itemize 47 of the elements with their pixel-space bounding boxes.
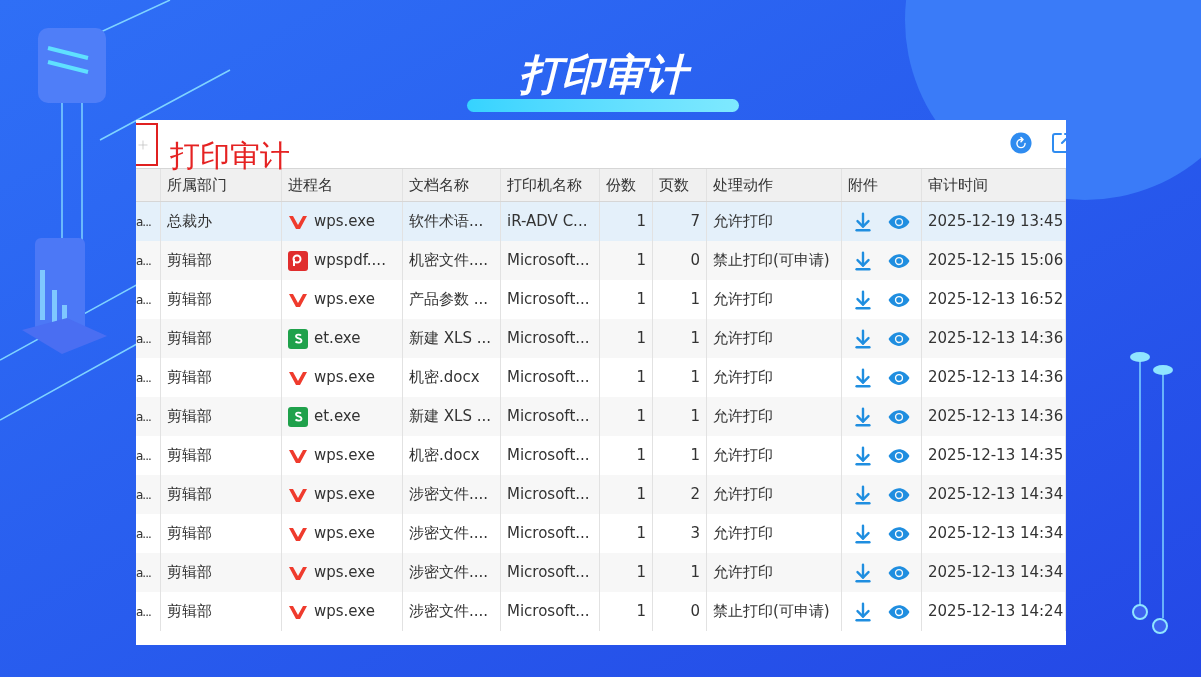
download-icon[interactable] — [852, 444, 874, 467]
download-icon[interactable] — [852, 600, 874, 623]
column-header: 打印机名称 — [501, 169, 600, 201]
table-row[interactable]: a... 剪辑部 wps.exe 涉密文件.... Microsoft... 1 3 允许打印 2025-12-13 14:34 — [136, 514, 1066, 553]
spreadsheet-app-icon — [288, 328, 308, 349]
table-row[interactable]: a... 总裁办 wps.exe 软件术语... iR-ADV C... 1 7 允许打印 2025-12-19 13:45 — [136, 202, 1066, 241]
annotation-text: 打印审计 — [170, 140, 290, 172]
table-row[interactable]: a... 剪辑部 et.exe 新建 XLS ... Microsoft... 1 1 允许打印 2025-12-13 14:36 — [136, 319, 1066, 358]
download-icon[interactable] — [852, 405, 874, 428]
column-header: 页数 — [653, 169, 707, 201]
column-header: 处理动作 — [707, 169, 842, 201]
process-name: wps.exe — [314, 367, 375, 389]
column-header: 进程名 — [282, 169, 403, 201]
spreadsheet-app-icon — [288, 406, 308, 427]
pdf-app-icon — [288, 250, 308, 271]
table-row[interactable]: a... 剪辑部 wps.exe 涉密文件.... Microsoft... 1 0 禁止打印(可申请) 2025-12-13 14:24 — [136, 592, 1066, 631]
column-header: 文档名称 — [403, 169, 501, 201]
process-name: wps.exe — [314, 484, 375, 506]
column-header: 附件 — [842, 169, 922, 201]
refresh-icon[interactable] — [1008, 130, 1034, 156]
process-name: et.exe — [314, 406, 361, 428]
process-name: wps.exe — [314, 211, 375, 233]
process-name: wps.exe — [314, 523, 375, 545]
table-row[interactable]: a... 剪辑部 wps.exe 机密.docx Microsoft... 1 1 允许打印 2025-12-13 14:35 — [136, 436, 1066, 475]
download-icon[interactable] — [852, 483, 874, 506]
table-row[interactable]: a... 剪辑部 wpspdf.... 机密文件.... Microsoft... 1 0 禁止打印(可申请) 2025-12-15 15:06 — [136, 241, 1066, 280]
process-name: wps.exe — [314, 445, 375, 467]
process-name: et.exe — [314, 328, 361, 350]
process-name: wps.exe — [314, 562, 375, 584]
download-icon[interactable] — [852, 522, 874, 545]
page-title: 打印审计 — [510, 52, 695, 98]
table-row[interactable]: a... 剪辑部 wps.exe 产品参数 ... Microsoft... 1 1 允许打印 2025-12-13 16:52 — [136, 280, 1066, 319]
download-icon[interactable] — [852, 210, 874, 233]
process-name: wps.exe — [314, 601, 375, 623]
download-icon[interactable] — [852, 249, 874, 272]
download-icon[interactable] — [852, 327, 874, 350]
download-icon[interactable] — [852, 366, 874, 389]
process-name: wpspdf.... — [314, 250, 386, 272]
process-name: wps.exe — [314, 289, 375, 311]
table-row[interactable]: a... 剪辑部 et.exe 新建 XLS ... Microsoft... 1 1 允许打印 2025-12-13 14:36 — [136, 397, 1066, 436]
column-header: 份数 — [600, 169, 653, 201]
table-row[interactable]: a... 剪辑部 wps.exe 涉密文件.... Microsoft... 1 2 允许打印 2025-12-13 14:34 — [136, 475, 1066, 514]
table-row[interactable]: a... 剪辑部 wps.exe 机密.docx Microsoft... 1 1 允许打印 2025-12-13 14:36 — [136, 358, 1066, 397]
download-icon[interactable] — [852, 288, 874, 311]
download-icon[interactable] — [852, 561, 874, 584]
column-header: 审计时间 — [922, 169, 1066, 201]
table-row[interactable]: a... 剪辑部 wps.exe 涉密文件.... Microsoft... 1 1 允许打印 2025-12-13 14:34 — [136, 553, 1066, 592]
